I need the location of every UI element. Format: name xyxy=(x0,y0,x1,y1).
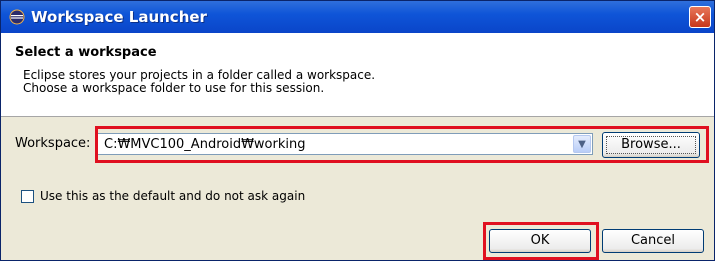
title-bar[interactable]: Workspace Launcher × xyxy=(1,1,714,33)
cancel-button[interactable]: Cancel xyxy=(602,229,704,253)
cancel-button-label: Cancel xyxy=(630,233,676,248)
default-checkbox[interactable] xyxy=(21,190,34,203)
header-banner: Select a workspace Eclipse stores your p… xyxy=(1,33,714,117)
banner-title: Select a workspace xyxy=(15,45,157,60)
workspace-label: Workspace: xyxy=(15,136,91,151)
banner-description: Eclipse stores your projects in a folder… xyxy=(23,69,673,95)
eclipse-app-icon xyxy=(9,9,25,25)
window-title: Workspace Launcher xyxy=(31,8,207,26)
close-icon[interactable]: × xyxy=(689,6,711,28)
highlight-ok-box xyxy=(483,222,599,260)
highlight-workspace-box xyxy=(95,126,709,163)
default-checkbox-label[interactable]: Use this as the default and do not ask a… xyxy=(40,189,305,203)
banner-description-line-2: Choose a workspace folder to use for thi… xyxy=(23,81,325,95)
workspace-launcher-dialog: Workspace Launcher × Select a workspace … xyxy=(0,0,715,261)
